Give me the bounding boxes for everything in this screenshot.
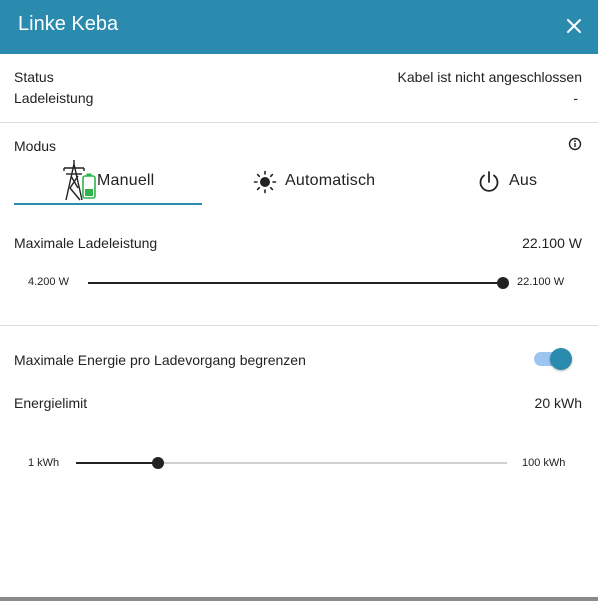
max-power-slider-min: 4.200 W	[28, 276, 69, 288]
tab-automatisch-label: Automatisch	[285, 172, 376, 189]
power-pylon-battery-icon	[63, 160, 96, 201]
status-label: Status	[14, 69, 54, 85]
dialog-header: Linke Keba	[0, 0, 598, 54]
charging-power-label: Ladeleistung	[14, 90, 94, 106]
max-power-value: 22.100 W	[522, 235, 582, 251]
energy-limit-slider-min: 1 kWh	[28, 457, 60, 469]
section-divider	[0, 325, 598, 326]
sun-icon	[253, 170, 277, 194]
tab-automatisch[interactable]: Automatisch	[240, 158, 400, 206]
close-button[interactable]	[562, 14, 586, 38]
toggle-knob	[550, 348, 572, 370]
status-value: Kabel ist nicht angeschlossen	[397, 69, 582, 85]
energy-limit-slider-fill	[76, 462, 158, 464]
power-icon	[479, 171, 499, 192]
mode-label: Modus	[14, 138, 57, 154]
energy-limit-toggle-label: Maximale Energie pro Ladevorgang begrenz…	[14, 352, 306, 368]
dialog-title: Linke Keba	[18, 13, 119, 35]
max-power-slider-thumb[interactable]	[497, 277, 509, 289]
energy-limit-label: Energielimit	[14, 395, 88, 411]
charging-power-value: -	[573, 90, 578, 106]
close-icon	[567, 19, 581, 33]
max-power-slider-fill	[88, 282, 503, 284]
bottom-edge	[0, 597, 598, 601]
tab-manuell[interactable]: Manuell	[14, 158, 202, 206]
section-divider	[0, 122, 598, 123]
tab-manuell-label: Manuell	[97, 172, 155, 189]
energy-limit-toggle[interactable]	[534, 348, 572, 370]
max-power-slider-max: 22.100 W	[517, 276, 565, 288]
tab-aus-label: Aus	[509, 172, 538, 189]
info-icon[interactable]	[568, 137, 582, 151]
tab-aus[interactable]: Aus	[470, 158, 570, 206]
energy-limit-slider-thumb[interactable]	[151, 457, 164, 469]
selected-tab-indicator	[14, 203, 202, 205]
max-power-label: Maximale Ladeleistung	[14, 235, 158, 251]
energy-limit-value: 20 kWh	[534, 395, 582, 411]
energy-limit-slider-max: 100 kWh	[522, 457, 566, 469]
